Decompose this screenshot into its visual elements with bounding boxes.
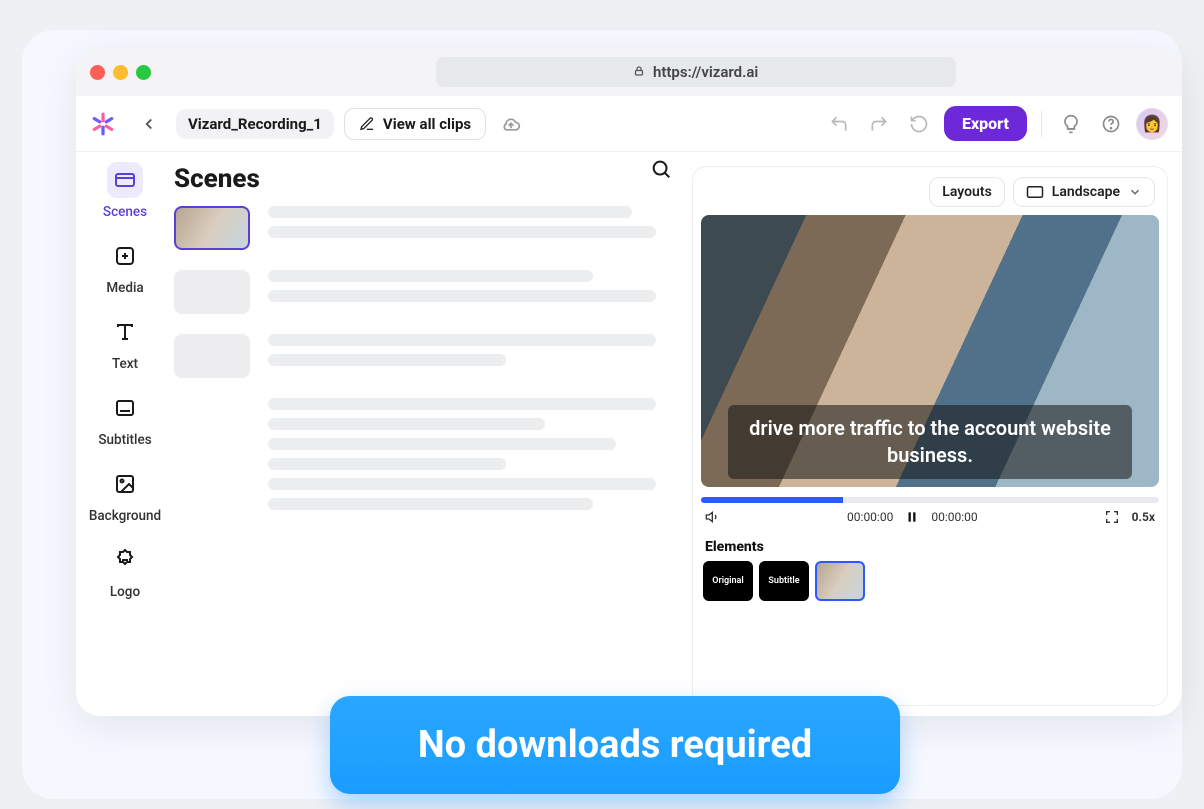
text-icon bbox=[113, 320, 137, 344]
center-panel: Scenes bbox=[174, 152, 682, 716]
view-all-clips-button[interactable]: View all clips bbox=[344, 108, 486, 140]
sidebar-label: Media bbox=[106, 280, 143, 296]
url-text: https://vizard.ai bbox=[653, 63, 758, 81]
app-toolbar: Vizard_Recording_1 View all clips Export… bbox=[76, 96, 1182, 152]
history-button[interactable] bbox=[904, 109, 934, 139]
fullscreen-icon[interactable] bbox=[1104, 509, 1120, 525]
preview-panel: Layouts Landscape drive more traffic to … bbox=[692, 166, 1168, 706]
caption-overlay: drive more traffic to the account websit… bbox=[728, 405, 1131, 479]
back-button[interactable] bbox=[132, 107, 166, 141]
layouts-button[interactable]: Layouts bbox=[929, 177, 1004, 207]
toolbar-divider bbox=[1041, 111, 1042, 137]
sidebar-item-logo[interactable]: Logo bbox=[85, 542, 165, 600]
app-logo[interactable] bbox=[90, 111, 116, 137]
sidebar-item-text[interactable]: Text bbox=[85, 314, 165, 372]
sidebar-item-scenes[interactable]: Scenes bbox=[85, 162, 165, 220]
cloud-sync-icon[interactable] bbox=[496, 109, 526, 139]
scene-thumb[interactable] bbox=[174, 334, 250, 378]
user-avatar[interactable]: 👩 bbox=[1136, 108, 1168, 140]
view-all-clips-label: View all clips bbox=[383, 115, 471, 133]
scene-thumb[interactable] bbox=[174, 206, 250, 250]
orientation-select[interactable]: Landscape bbox=[1013, 177, 1155, 207]
landscape-icon bbox=[1026, 185, 1044, 199]
sidebar-label: Logo bbox=[110, 584, 140, 600]
undo-button[interactable] bbox=[824, 109, 854, 139]
elements-tray: Original Subtitle bbox=[701, 561, 1159, 601]
subtitles-icon bbox=[113, 396, 137, 420]
promo-banner: No downloads required bbox=[330, 696, 900, 794]
sidebar-label: Subtitles bbox=[98, 432, 151, 448]
image-icon bbox=[113, 472, 137, 496]
pause-button[interactable] bbox=[905, 510, 919, 524]
time-current: 00:00:00 bbox=[847, 510, 893, 524]
scene-thumb[interactable] bbox=[174, 270, 250, 314]
scene-row[interactable] bbox=[174, 270, 664, 314]
browser-window: https://vizard.ai Vizard_Recording_1 Vie… bbox=[76, 48, 1182, 716]
window-controls bbox=[90, 65, 151, 80]
sidebar-label: Text bbox=[112, 356, 138, 372]
element-subtitle[interactable]: Subtitle bbox=[759, 561, 809, 601]
elements-heading: Elements bbox=[705, 539, 1159, 555]
hint-button[interactable] bbox=[1056, 109, 1086, 139]
sidebar-label: Background bbox=[89, 508, 161, 524]
project-name-chip[interactable]: Vizard_Recording_1 bbox=[176, 109, 334, 139]
plus-square-icon bbox=[113, 244, 137, 268]
scene-row[interactable] bbox=[174, 334, 664, 378]
browser-chrome: https://vizard.ai bbox=[76, 48, 1182, 96]
center-heading: Scenes bbox=[174, 164, 664, 194]
search-icon[interactable] bbox=[650, 158, 672, 180]
video-preview[interactable]: drive more traffic to the account websit… bbox=[701, 215, 1159, 487]
time-total: 00:00:00 bbox=[931, 510, 977, 524]
sidebar-label: Scenes bbox=[103, 204, 147, 220]
sidebar-item-subtitles[interactable]: Subtitles bbox=[85, 390, 165, 448]
orientation-label: Landscape bbox=[1052, 184, 1120, 200]
volume-icon[interactable] bbox=[705, 509, 721, 525]
address-bar[interactable]: https://vizard.ai bbox=[436, 57, 956, 87]
help-button[interactable] bbox=[1096, 109, 1126, 139]
element-original[interactable]: Original bbox=[703, 561, 753, 601]
badge-icon bbox=[113, 548, 137, 572]
lock-icon bbox=[633, 63, 645, 81]
player-controls: 00:00:00 00:00:00 0.5x bbox=[701, 503, 1159, 531]
export-button[interactable]: Export bbox=[944, 106, 1027, 141]
redo-button[interactable] bbox=[864, 109, 894, 139]
maximize-window-dot[interactable] bbox=[136, 65, 151, 80]
playback-speed[interactable]: 0.5x bbox=[1132, 510, 1155, 524]
scene-list bbox=[174, 206, 664, 510]
sidebar-item-media[interactable]: Media bbox=[85, 238, 165, 296]
scene-row[interactable] bbox=[174, 206, 664, 250]
close-window-dot[interactable] bbox=[90, 65, 105, 80]
minimize-window-dot[interactable] bbox=[113, 65, 128, 80]
left-sidebar: Scenes Media Text Subtitles Background bbox=[76, 152, 174, 716]
sidebar-item-background[interactable]: Background bbox=[85, 466, 165, 524]
chevron-down-icon bbox=[1128, 185, 1142, 199]
scenes-icon bbox=[113, 168, 137, 192]
element-clip[interactable] bbox=[815, 561, 865, 601]
pencil-icon bbox=[359, 116, 375, 132]
scene-row bbox=[174, 398, 664, 510]
